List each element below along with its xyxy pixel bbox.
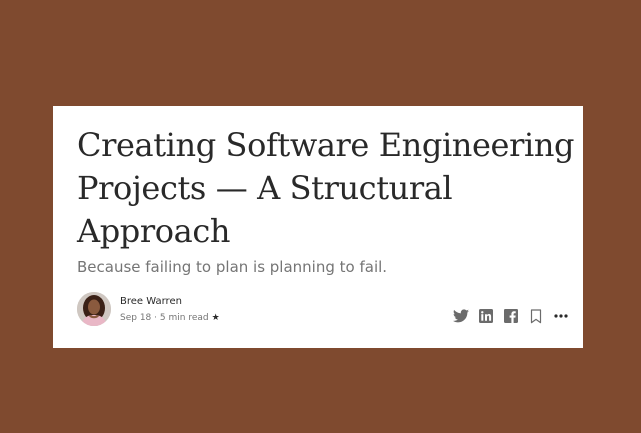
bookmark-icon <box>530 308 542 323</box>
member-star-icon: ★ <box>211 313 220 323</box>
read-time: 5 min read <box>159 313 209 323</box>
share-actions <box>444 308 569 324</box>
twitter-share-button[interactable] <box>453 308 469 324</box>
linkedin-share-button[interactable] <box>478 308 494 324</box>
article-subtitle: Because failing to plan is planning to f… <box>77 258 388 276</box>
more-options-button[interactable] <box>553 308 569 324</box>
more-icon <box>554 314 568 318</box>
meta-separator: · <box>154 313 158 323</box>
author-photo-icon <box>77 292 111 326</box>
publish-date: Sep 18 <box>120 313 152 323</box>
article-meta: Sep 18 · 5 min read ★ <box>120 312 220 324</box>
author-name[interactable]: Bree Warren <box>120 295 220 308</box>
facebook-share-button[interactable] <box>503 308 519 324</box>
bookmark-button[interactable] <box>528 308 544 324</box>
article-title: Creating Software Engineering Projects —… <box>77 126 575 250</box>
facebook-icon <box>504 309 518 323</box>
twitter-icon <box>453 309 469 323</box>
author-avatar[interactable] <box>77 292 111 326</box>
author-block: Bree Warren Sep 18 · 5 min read ★ <box>120 295 220 324</box>
linkedin-icon <box>479 309 493 323</box>
article-header-card: Creating Software Engineering Projects —… <box>53 106 583 348</box>
